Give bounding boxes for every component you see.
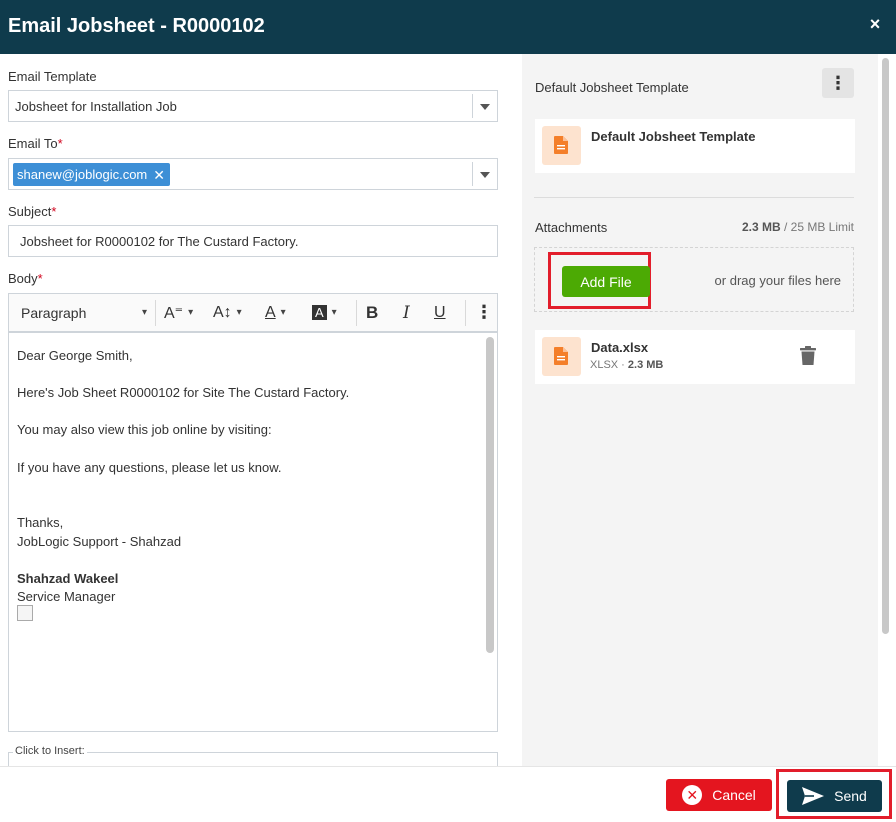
body-line: JobLogic Support - Shahzad <box>17 534 182 549</box>
attachment-item: Data.xlsx XLSX · 2.3 MB <box>535 330 855 384</box>
editor-toolbar: Paragraph ▾ A⁼ ▾ A↕ ▾ A ▾ A ▾ B I U ⋮ <box>8 293 498 332</box>
size-used: 2.3 MB <box>741 220 781 234</box>
chevron-down-icon: ▾ <box>141 307 147 318</box>
add-file-button[interactable]: Add File <box>562 266 650 297</box>
template-card[interactable]: Default Jobsheet Template <box>535 119 855 173</box>
modal-footer: ✕ Cancel Send <box>0 766 896 822</box>
required-mark: * <box>57 136 63 151</box>
body-line: Thanks, <box>17 515 64 530</box>
cancel-label: Cancel <box>712 787 756 803</box>
remove-recipient-icon[interactable]: ✕ <box>153 164 165 186</box>
signature-title: Service Manager <box>17 589 116 604</box>
template-panel-title: Default Jobsheet Template <box>535 80 689 95</box>
subject-label-text: Subject <box>8 204 52 219</box>
send-highlight: Send <box>776 769 892 819</box>
broken-image-icon <box>17 605 33 621</box>
send-label: Send <box>834 788 867 804</box>
font-size-icon: A↕ <box>213 303 232 321</box>
drag-files-hint: or drag your files here <box>714 273 841 288</box>
signature-name: Shahzad Wakeel <box>17 571 119 586</box>
background-color-icon: A <box>312 305 327 320</box>
subject-value: Jobsheet for R0000102 for The Custard Fa… <box>20 234 299 249</box>
body-line: If you have any questions, please let us… <box>17 460 282 475</box>
underline-button[interactable]: U <box>434 294 446 331</box>
modal-scrollbar[interactable] <box>878 54 896 766</box>
select-divider <box>472 162 473 186</box>
kebab-menu-icon[interactable]: ⋮ <box>822 68 854 98</box>
document-icon <box>542 337 581 376</box>
body-line: Dear George Smith, <box>17 348 133 363</box>
attachment-meta: XLSX · 2.3 MB <box>590 359 663 371</box>
file-dropzone[interactable]: Add File or drag your files here <box>534 247 854 312</box>
body-label: Body* <box>8 271 43 286</box>
italic-button[interactable]: I <box>403 294 410 331</box>
chevron-down-icon: ▾ <box>236 307 242 318</box>
email-to-label: Email To* <box>8 136 63 151</box>
email-template-label: Email Template <box>8 69 97 84</box>
attachment-name: Data.xlsx <box>591 340 649 355</box>
attachment-size: 2.3 MB <box>627 359 664 371</box>
font-family-button[interactable]: A⁼ ▾ <box>164 294 193 331</box>
chevron-down-icon: ▾ <box>188 307 194 318</box>
template-card-name: Default Jobsheet Template <box>591 129 756 144</box>
cancel-button[interactable]: ✕ Cancel <box>666 779 772 811</box>
toolbar-divider <box>155 300 156 326</box>
modal-scrollbar-thumb[interactable] <box>882 58 889 634</box>
recipient-chip-label: shanew@joblogic.com <box>17 166 148 182</box>
email-template-value: Jobsheet for Installation Job <box>15 99 177 114</box>
chevron-down-icon: ▾ <box>280 307 286 318</box>
email-template-select[interactable]: Jobsheet for Installation Job <box>8 90 498 122</box>
toolbar-divider <box>356 300 357 326</box>
body-label-text: Body <box>8 271 38 286</box>
section-divider <box>534 197 854 198</box>
close-icon[interactable]: × <box>868 15 882 33</box>
editor-scrollbar[interactable] <box>486 337 494 653</box>
modal-title: Email Jobsheet - R0000102 <box>8 15 265 37</box>
font-family-icon: A⁼ <box>164 304 184 322</box>
add-file-highlight: Add File <box>548 252 651 309</box>
body-editor[interactable]: Dear George Smith, Here's Job Sheet R000… <box>8 332 498 732</box>
email-jobsheet-modal: Email Jobsheet - R0000102 × Email Templa… <box>0 0 896 822</box>
background-color-button[interactable]: A ▾ <box>312 294 337 331</box>
body-line: Here's Job Sheet R0000102 for Site The C… <box>17 385 350 400</box>
template-attachments-panel: Default Jobsheet Template ⋮ Default Jobs… <box>522 54 878 766</box>
click-to-insert-legend: Click to Insert: <box>13 745 87 757</box>
email-form: Email Template Jobsheet for Installation… <box>0 54 522 766</box>
modal-header: Email Jobsheet - R0000102 × <box>0 0 896 54</box>
bold-button[interactable]: B <box>366 294 378 331</box>
chevron-down-icon: ▾ <box>331 307 337 318</box>
chevron-down-icon[interactable] <box>480 172 490 178</box>
font-color-icon: A <box>265 303 276 321</box>
body-line: You may also view this job online by vis… <box>17 422 272 437</box>
select-divider <box>472 94 473 118</box>
trash-icon[interactable] <box>800 346 820 368</box>
attachment-type: XLSX · <box>590 359 628 371</box>
size-limit: / 25 MB Limit <box>780 220 854 234</box>
font-size-button[interactable]: A↕ ▾ <box>213 294 242 331</box>
subject-input[interactable]: Jobsheet for R0000102 for The Custard Fa… <box>8 225 498 257</box>
paper-plane-icon <box>802 787 825 805</box>
more-options-button[interactable]: ⋮ <box>475 294 493 331</box>
paragraph-format-dropdown[interactable]: Paragraph ▾ <box>21 294 147 331</box>
font-color-button[interactable]: A ▾ <box>265 294 286 331</box>
send-button[interactable]: Send <box>787 780 882 812</box>
required-mark: * <box>37 271 43 286</box>
toolbar-divider <box>465 300 466 326</box>
recipient-chip: shanew@joblogic.com ✕ <box>13 163 170 186</box>
click-to-insert-fieldset: Click to Insert: <box>8 745 498 766</box>
attachments-label: Attachments <box>535 220 608 235</box>
required-mark: * <box>51 204 57 219</box>
chevron-down-icon[interactable] <box>480 104 490 110</box>
paragraph-format-label: Paragraph <box>21 304 87 321</box>
subject-label: Subject* <box>8 204 56 219</box>
email-to-label-text: Email To <box>8 136 58 151</box>
document-icon <box>542 126 581 165</box>
email-to-field[interactable]: shanew@joblogic.com ✕ <box>8 158 498 190</box>
cancel-circle-icon: ✕ <box>682 785 703 805</box>
attachment-size-limit: 2.3 MB / 25 MB Limit <box>742 220 854 234</box>
